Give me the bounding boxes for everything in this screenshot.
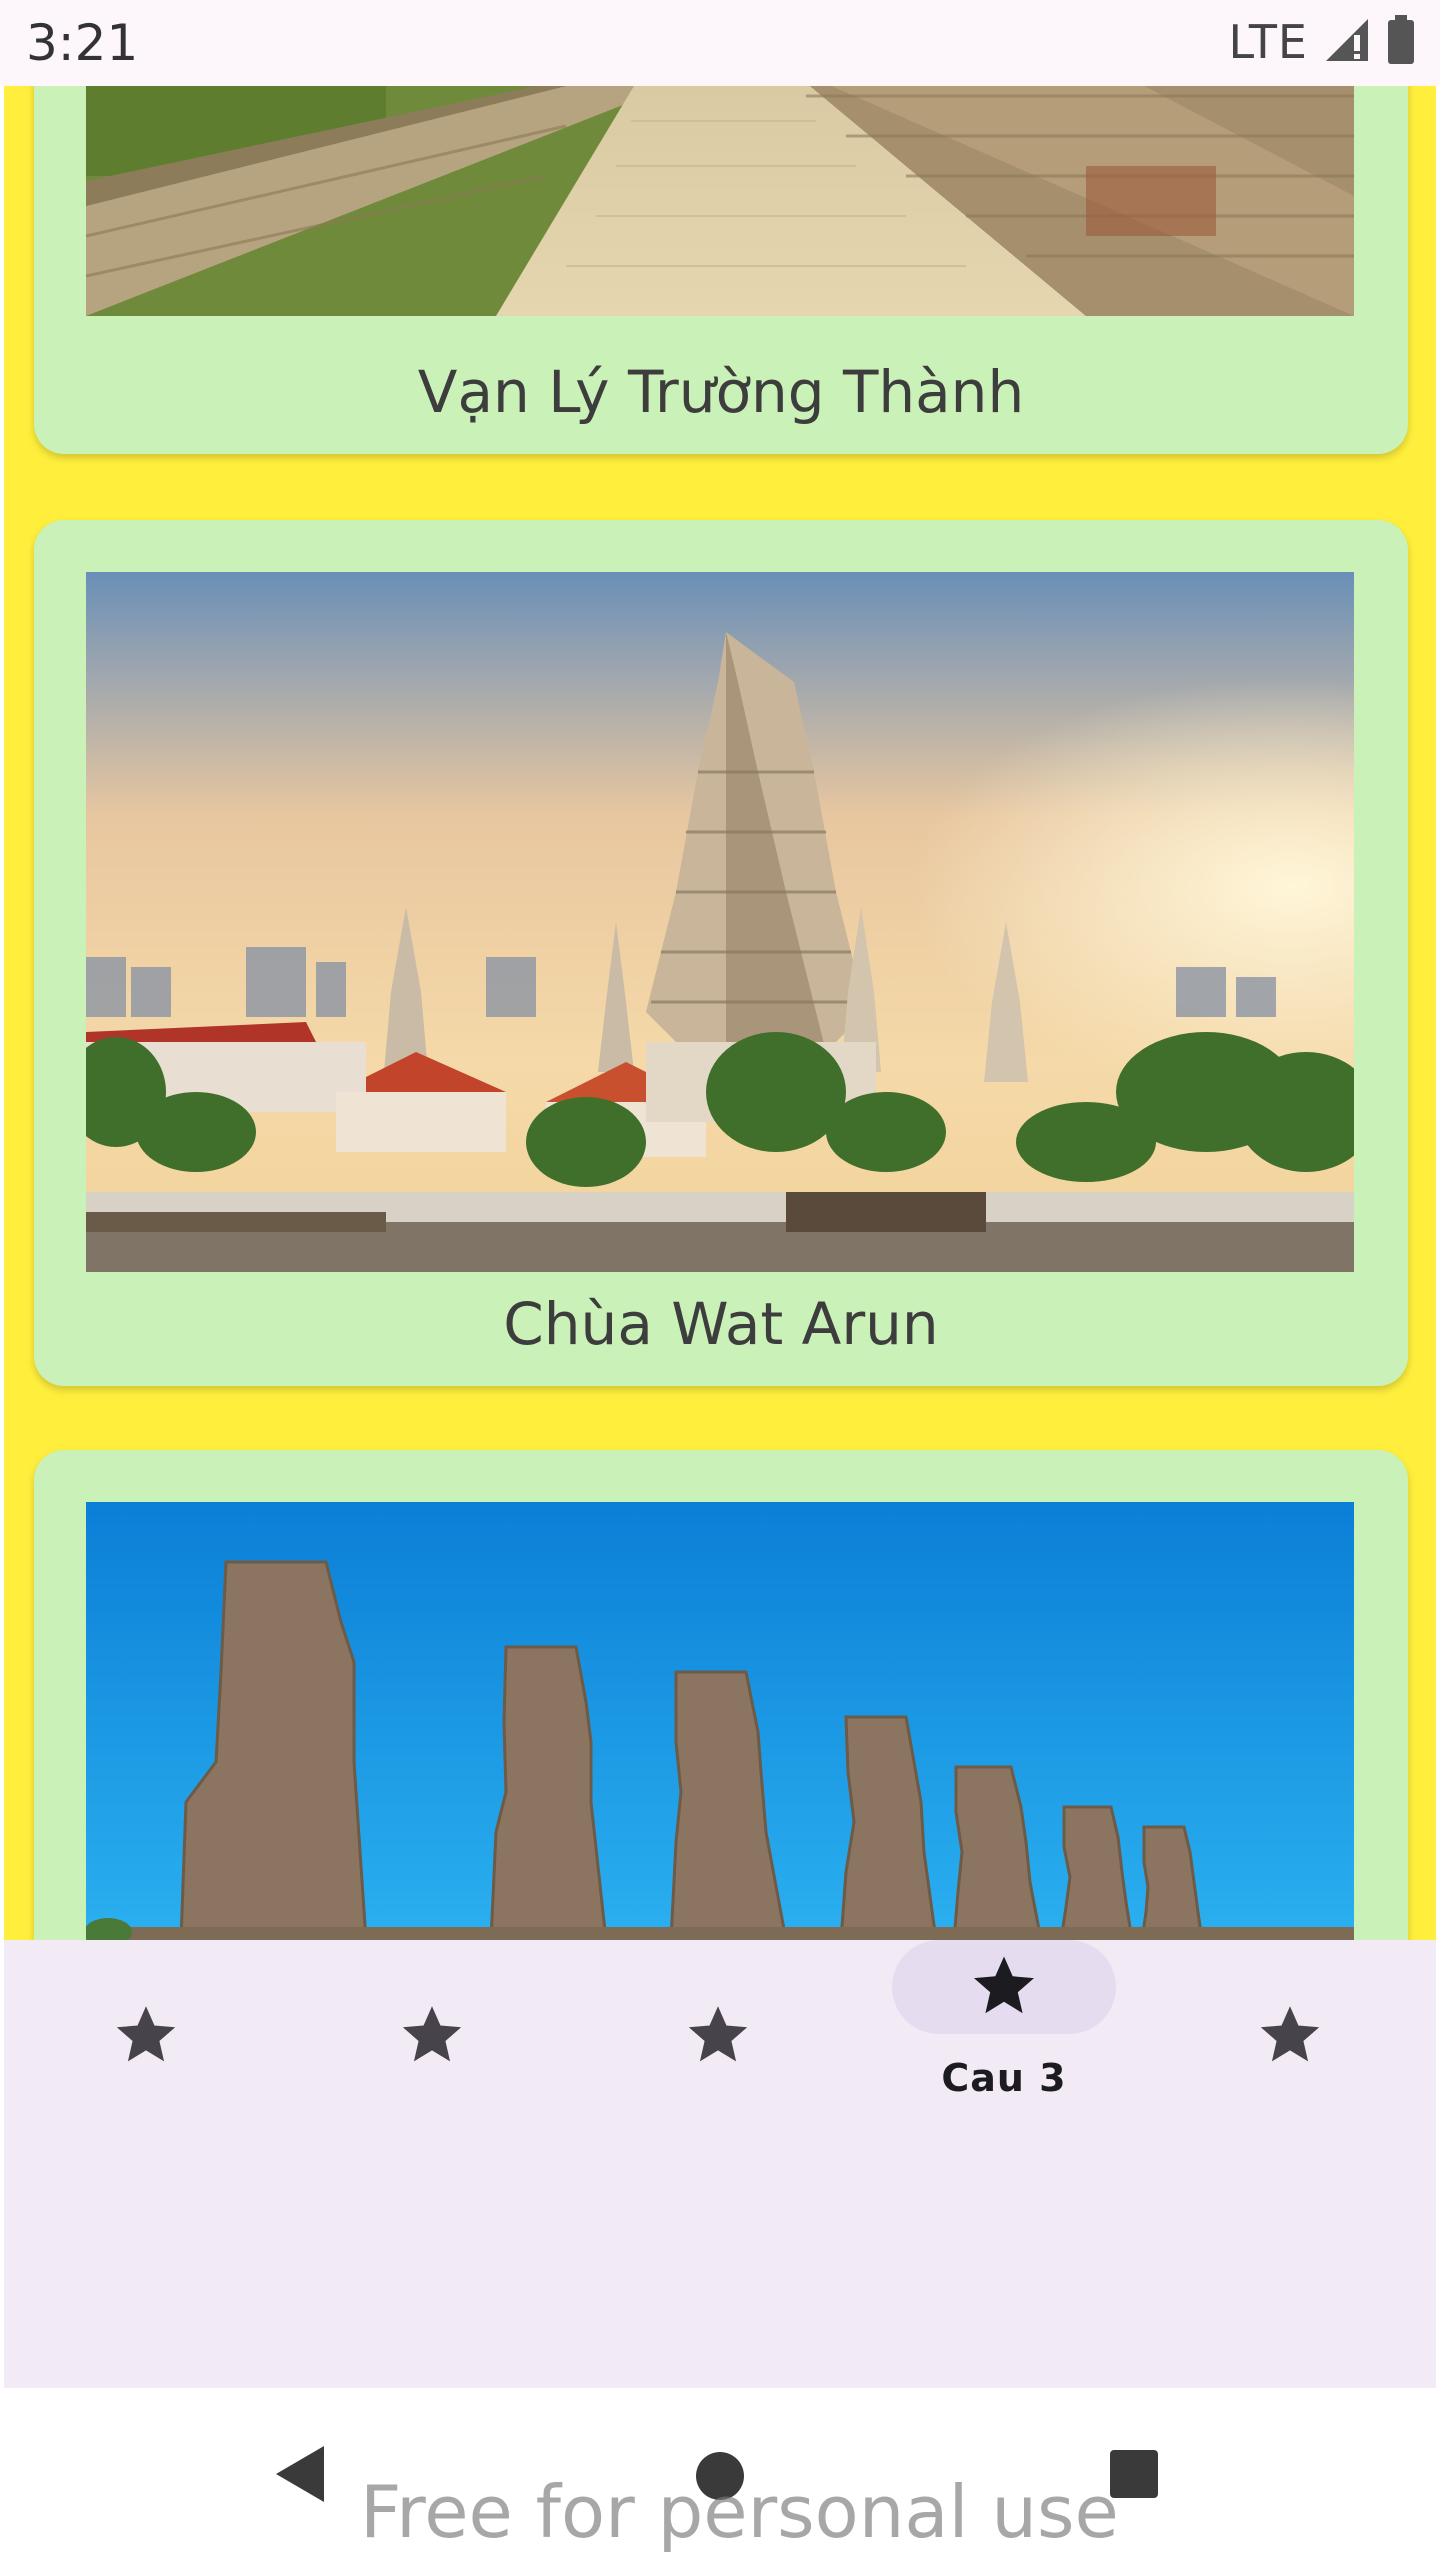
nav-label: Cau 3 <box>941 2056 1067 2100</box>
star-icon <box>397 1999 467 2074</box>
nav-pill <box>34 1980 258 2092</box>
nav-item-1[interactable] <box>36 1980 256 2140</box>
network-type: LTE <box>1228 15 1308 69</box>
status-bar: 3:21 LTE <box>0 0 1440 86</box>
wat-arun-image <box>86 572 1354 1272</box>
nav-item-cau-3[interactable]: Cau 3 <box>892 1940 1116 2100</box>
bottom-navigation: Cau 3 <box>4 1940 1436 2388</box>
status-time: 3:21 <box>26 14 139 72</box>
card-title: Vạn Lý Trường Thành <box>417 358 1025 426</box>
star-icon <box>1255 1999 1325 2074</box>
signal-icon <box>1324 17 1370 68</box>
nav-item-5[interactable] <box>1180 1980 1400 2140</box>
nav-item-3[interactable] <box>608 1980 828 2140</box>
status-icons: LTE <box>1229 14 1416 70</box>
card-title: Chùa Wat Arun <box>503 1290 939 1358</box>
back-triangle-icon[interactable] <box>272 2444 328 2509</box>
nav-pill <box>1178 1980 1402 2092</box>
nav-pill <box>606 1980 830 2092</box>
nav-pill-active <box>892 1940 1116 2034</box>
nav-pill <box>320 1980 544 2092</box>
star-icon <box>111 1999 181 2074</box>
star-icon <box>968 1949 1040 2026</box>
battery-icon <box>1386 14 1416 70</box>
watermark: Free for personal use <box>360 2470 1119 2554</box>
moai-statues-image <box>86 1502 1354 1940</box>
nav-item-2[interactable] <box>322 1980 542 2140</box>
star-icon <box>683 1999 753 2074</box>
card-wat-arun[interactable]: Chùa Wat Arun <box>34 520 1408 1386</box>
great-wall-image <box>86 86 1354 316</box>
card-moai[interactable] <box>34 1450 1408 1940</box>
card-great-wall[interactable]: Vạn Lý Trường Thành <box>34 86 1408 454</box>
attractions-list[interactable]: Vạn Lý Trường Thành Chùa Wat Arun <box>4 86 1436 1940</box>
